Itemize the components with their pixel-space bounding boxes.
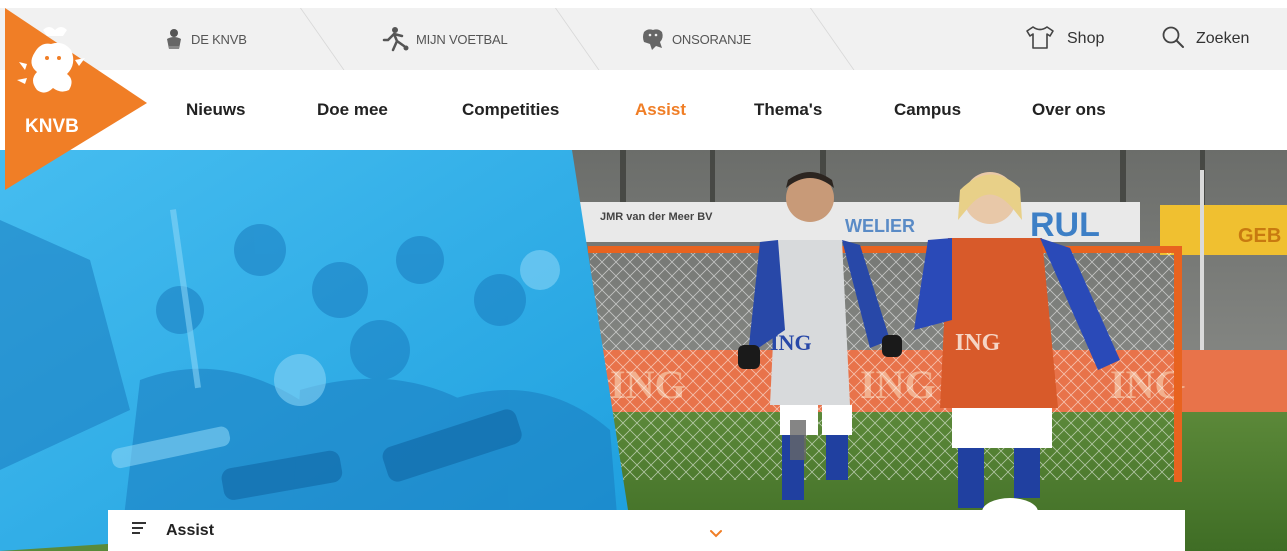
top-link-label: DE KNVB [191,31,247,47]
cropped-caption [0,0,1287,8]
sponsor-geb: GEB [1238,225,1281,247]
nav-item-doe-mee[interactable]: Doe mee [317,70,388,150]
hero-image: JMR van der Meer BV WELIER RUL GEB ING I… [0,150,1287,551]
top-link-onsoranje[interactable]: ONSORANJE [640,8,751,70]
divider [810,8,855,70]
kit-sponsor: ING [955,330,1001,356]
content-box [753,510,1185,551]
nav-item-assist[interactable]: Assist [635,70,686,150]
knvb-logo[interactable]: KNVB [5,8,147,190]
search-icon [1160,24,1186,55]
divider [300,8,345,70]
menu-icon [132,521,148,540]
top-link-de-knvb[interactable]: DE KNVB [163,8,247,70]
utility-bar: DE KNVB MIJN VOETBAL ONSORANJE Shop Zoek… [0,8,1287,70]
sponsor-welier: WELIER [845,216,915,236]
top-link-label: ONSORANJE [672,31,752,47]
nav-item-nieuws[interactable]: Nieuws [186,70,246,150]
hero-blue-overlay [0,150,640,551]
section-menu-label: Assist [166,521,215,539]
section-menu-bar[interactable]: Assist [108,510,753,551]
search-link[interactable]: Zoeken [1160,8,1249,70]
nav-item-themas[interactable]: Thema's [754,70,822,150]
player-kick-icon [380,26,410,52]
knvb-crest-icon [163,27,185,51]
nav-item-campus[interactable]: Campus [894,70,961,150]
shirt-icon [1023,24,1057,55]
shop-link[interactable]: Shop [1023,8,1104,70]
lion-icon [640,26,666,52]
nav-item-over-ons[interactable]: Over ons [1032,70,1106,150]
top-link-label: MIJN VOETBAL [416,31,508,47]
logo-text: KNVB [25,116,79,137]
top-link-mijn-voetbal[interactable]: MIJN VOETBAL [380,8,508,70]
nav-item-competities[interactable]: Competities [462,70,559,150]
search-label: Zoeken [1196,30,1250,47]
main-navigation: Nieuws Doe mee Competities Assist Thema'… [0,70,1287,150]
divider [555,8,600,70]
shop-label: Shop [1067,30,1105,47]
chevron-down-icon [709,526,723,544]
kit-sponsor: ING [770,330,812,355]
hero-photo: JMR van der Meer BV WELIER RUL GEB ING I… [560,150,1287,551]
